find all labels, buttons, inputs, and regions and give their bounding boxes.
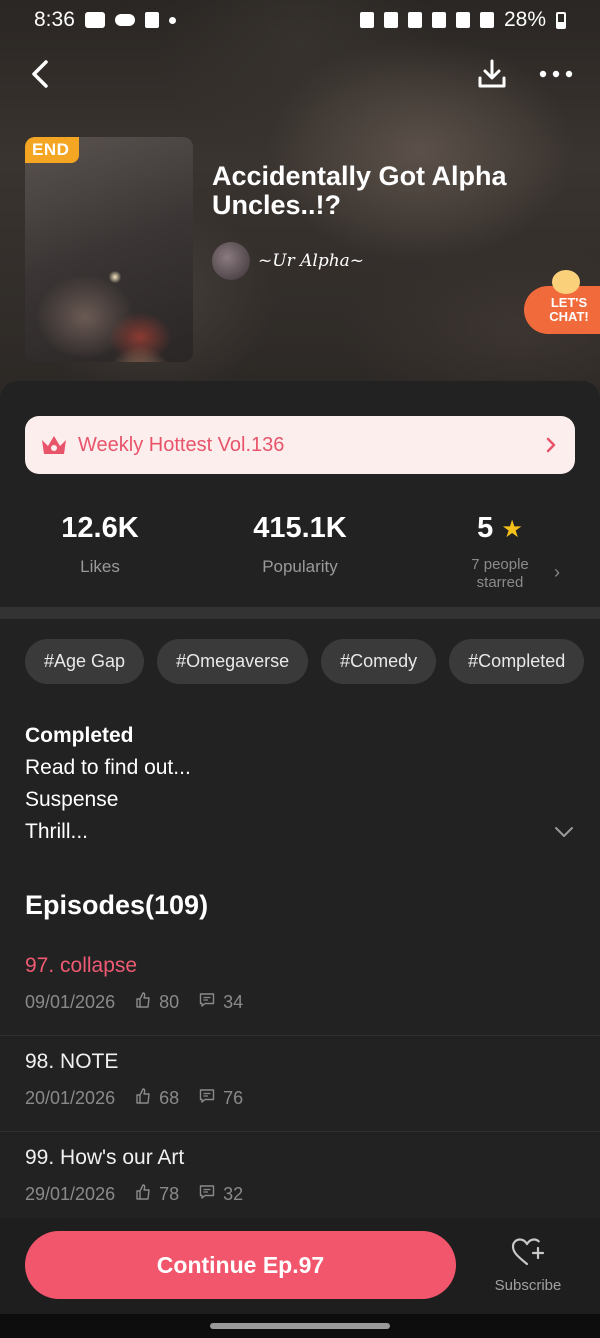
heart-plus-icon [511,1238,545,1266]
signal-icon [479,12,494,28]
description-line: Thrill... [25,820,88,843]
volte-icon [431,12,446,28]
popularity-value: 415.1K [253,512,347,544]
comic-cover-image: END [25,137,193,362]
weekly-hottest-label: Weekly Hottest Vol.136 [78,433,285,456]
likes-stat: 12.6K Likes [0,508,200,577]
rating-sub-1: 7 people [471,556,529,573]
episode-likes: 78 [159,1184,180,1204]
episode-list: 97. collapse 09/01/2026 80 34 98. NOTE 2… [0,940,600,1228]
comment-icon [199,1184,215,1205]
episode-meta: 20/01/2026 68 76 [25,1088,243,1109]
tag-comedy[interactable]: #Comedy [321,639,437,684]
likes-value: 12.6K [61,512,139,544]
episode-date: 09/01/2026 [25,992,116,1012]
episode-date: 29/01/2026 [25,1184,116,1204]
tag-age-gap[interactable]: #Age Gap [25,639,145,684]
tag-omegaverse[interactable]: #Omegaverse [157,639,309,684]
chevron-right-icon [546,437,556,453]
section-divider [0,607,600,619]
subscribe-button[interactable]: Subscribe [490,1237,566,1294]
thumbs-up-icon [135,1088,151,1109]
system-nav-bar [0,1314,600,1338]
cloud-icon [114,14,135,26]
comment-icon [199,992,215,1013]
rating-chevron-icon[interactable]: › [554,562,560,583]
thumbs-up-icon [135,1184,151,1205]
more-dots-icon [539,70,573,78]
expand-description-button[interactable] [552,820,576,844]
chat-mascot-icon [552,270,580,294]
episode-title: 97. collapse [25,954,138,977]
status-time: 8:36 [34,8,75,31]
author-name[interactable]: ~Ur Alpha~ [258,251,364,271]
episode-likes: 68 [159,1088,180,1108]
episode-comments: 32 [223,1184,244,1204]
comic-title: Accidentally Got Alpha Uncles..!? [212,161,507,220]
description-line: Suspense [25,788,119,811]
episodes-header: Episodes(109) [25,890,209,920]
end-badge: END [25,137,80,163]
episode-meta: 29/01/2026 78 32 [25,1184,243,1205]
episode-title: 98. NOTE [25,1050,119,1073]
episode-likes: 80 [159,992,180,1012]
subscribe-label: Subscribe [494,1277,562,1294]
tag-completed[interactable]: #Completed [449,639,585,684]
popularity-stat: 415.1K Popularity [200,508,400,577]
mute-icon [383,12,398,28]
episode-title: 99. How's our Art [25,1146,185,1169]
stats-row: 12.6K Likes 415.1K Popularity 5 ★ 7 peop… [0,508,600,600]
description: Completed Read to find out... Suspense T… [25,720,191,848]
author-row[interactable]: ~Ur Alpha~ [212,242,364,280]
likes-label: Likes [80,557,120,576]
chevron-left-icon [32,60,48,88]
rating-value: 5 [477,512,494,544]
nfc-icon [359,12,374,28]
thumbs-up-icon [135,992,151,1013]
lte-icon [455,12,470,28]
description-line: Read to find out... [25,756,191,779]
description-line: Completed [25,724,134,747]
rating-row: 5 ★ [400,508,600,550]
episode-row[interactable]: 97. collapse 09/01/2026 80 34 [0,940,600,1036]
battery-icon [556,11,566,29]
continue-reading-button[interactable]: Continue Ep.97 [25,1231,456,1299]
episode-row[interactable]: 99. How's our Art 29/01/2026 78 32 [0,1132,600,1228]
chat-line-2: CHAT! [549,309,589,324]
comment-icon [199,1088,215,1109]
chat-line-1: LET'S [550,295,588,310]
notification-dot-icon [168,16,176,24]
lets-chat-button[interactable]: LET'S CHAT! [524,270,600,336]
hotspot-icon [407,12,422,28]
popularity-label: Popularity [262,557,338,576]
episode-meta: 09/01/2026 80 34 [25,992,243,1013]
episode-comments: 76 [223,1088,244,1108]
episode-row[interactable]: 98. NOTE 20/01/2026 68 76 [0,1036,600,1132]
chevron-down-icon [555,827,573,837]
status-bar: 8:36 28% [0,0,600,40]
episode-date: 20/01/2026 [25,1088,116,1108]
app-notification-icon [144,12,159,28]
back-button[interactable] [22,56,58,92]
author-avatar[interactable] [212,242,250,280]
rating-sub-2: starred [476,574,524,591]
rating-stat[interactable]: 5 ★ 7 people starred [400,508,600,592]
weekly-hottest-banner[interactable]: Weekly Hottest Vol.136 [25,416,575,474]
battery-percent: 28% [503,8,546,31]
star-icon: ★ [501,516,523,543]
tag-list: #Age Gap #Omegaverse #Comedy #Completed [25,639,585,684]
youtube-icon [84,12,105,28]
download-button[interactable] [472,54,512,94]
top-nav [0,52,600,96]
home-gesture-handle[interactable] [210,1323,390,1329]
episode-comments: 34 [223,992,244,1012]
crown-icon [42,436,66,454]
download-icon [478,59,506,88]
more-options-button[interactable] [534,54,578,94]
